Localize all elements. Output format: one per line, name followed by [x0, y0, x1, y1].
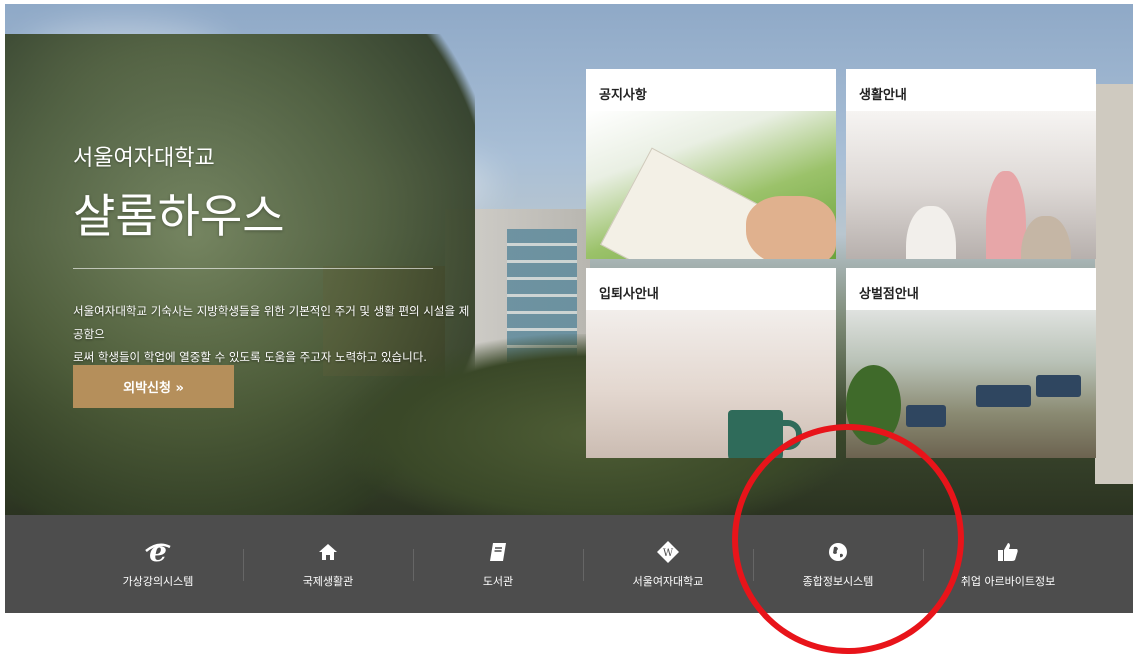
hero-description: 서울여자대학교 기숙사는 지방학생들을 위한 기본적인 주거 및 생활 편의 시… [73, 300, 473, 369]
card-move-in-out-guide[interactable]: 입퇴사안내 [586, 268, 836, 458]
svg-text:W: W [663, 548, 674, 559]
quick-link-library[interactable]: 도서관 [413, 515, 583, 613]
students-photo [846, 111, 1096, 259]
building-image [1095, 84, 1133, 484]
card-title: 상벌점안내 [859, 287, 919, 302]
card-title: 생활안내 [859, 88, 907, 103]
thumbs-up-icon [997, 539, 1019, 565]
quick-link-label: 도서관 [482, 575, 514, 588]
hero-description-line: 서울여자대학교 기숙사는 지방학생들을 위한 기본적인 주거 및 생활 편의 시… [73, 304, 470, 341]
quick-link-label: 가상강의시스템 [122, 575, 194, 588]
divider [73, 268, 433, 269]
card-life-guide[interactable]: 생활안내 [846, 69, 1096, 259]
quick-link-label: 국제생활관 [302, 575, 354, 588]
home-icon [318, 539, 338, 565]
hero-subtitle: 서울여자대학교 [73, 146, 215, 171]
quick-link-virtual-lecture[interactable]: e 가상강의시스템 [73, 515, 243, 613]
quick-link-label: 취업 아르바이트정보 [960, 575, 1056, 588]
hero-title: 샬롬하우스 [73, 189, 285, 243]
card-title: 입퇴사안내 [599, 287, 659, 302]
card-notice[interactable]: 공지사항 [586, 69, 836, 259]
hero-heading: 서울여자대학교 샬롬하우스 [73, 140, 285, 246]
svg-text:e: e [149, 539, 167, 565]
university-logo-icon: W [656, 539, 680, 565]
quick-link-university[interactable]: W 서울여자대학교 [583, 515, 753, 613]
overnight-request-button[interactable]: 외박신청 » [73, 365, 234, 408]
book-icon [489, 539, 507, 565]
quick-link-international-house[interactable]: 국제생활관 [243, 515, 413, 613]
ie-icon: e [144, 539, 172, 565]
writing-photo [586, 111, 836, 259]
quick-link-label: 서울여자대학교 [632, 575, 704, 588]
card-title: 공지사항 [599, 88, 647, 103]
